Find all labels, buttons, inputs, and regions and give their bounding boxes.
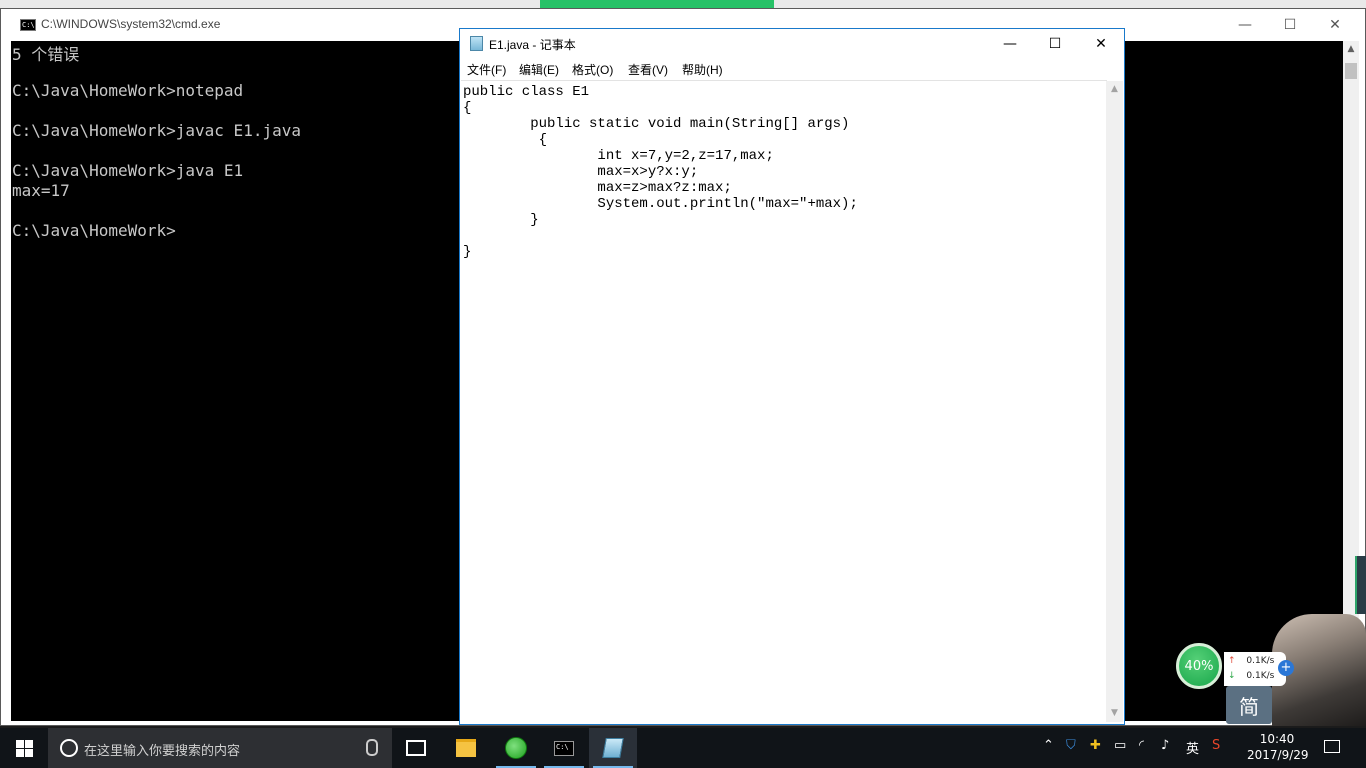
arrow-up-icon: ↑: [1228, 656, 1236, 666]
network-speed-panel: ↑ 0.1K/s ↓ 0.1K/s: [1224, 652, 1286, 686]
speed-ball[interactable]: 40%: [1176, 643, 1222, 689]
taskbar: 在这里输入你要搜索的内容 C:\ ⌃ ⛉ ✚ ▭ ◜ ♪ 英 S 10:40 2…: [0, 728, 1366, 768]
search-placeholder: 在这里输入你要搜索的内容: [84, 744, 241, 759]
wifi-icon[interactable]: ◜: [1139, 738, 1144, 753]
code-line: }: [463, 244, 472, 260]
notepad-title-bar[interactable]: E1.java - 记事本 — ☐ ✕: [460, 29, 1124, 59]
cmd-close-button[interactable]: ✕: [1312, 9, 1358, 41]
cmd-line: C:\Java\HomeWork>notepad: [12, 81, 244, 100]
code-line: System.out.println("max="+max);: [463, 196, 858, 212]
code-line: int x=7,y=2,z=17,max;: [463, 148, 774, 164]
cmd-maximize-button[interactable]: ☐: [1267, 9, 1313, 41]
cmd-line: C:\Java\HomeWork>: [12, 221, 176, 240]
cmd-line: max=17: [12, 181, 70, 200]
taskbar-browser[interactable]: [492, 728, 540, 768]
cmd-line: C:\Java\HomeWork>java E1: [12, 161, 244, 180]
taskbar-notepad[interactable]: [589, 728, 637, 768]
menu-file[interactable]: 文件(F): [467, 61, 506, 78]
taskbar-explorer[interactable]: [442, 728, 490, 768]
security-shield-icon[interactable]: ⛉: [1066, 738, 1076, 753]
upload-speed: 0.1K/s: [1246, 656, 1275, 666]
cmd-app-icon: C:\: [20, 19, 36, 31]
notepad-menu-bar: 文件(F) 编辑(E) 格式(O) 查看(V) 帮助(H): [460, 59, 1124, 79]
scroll-down-icon[interactable]: ▼: [1106, 705, 1123, 722]
start-button[interactable]: [0, 728, 48, 768]
taskbar-clock[interactable]: 10:40 2017/9/29: [1247, 731, 1309, 763]
tray-expand-icon[interactable]: ⌃: [1043, 738, 1054, 753]
notepad-app-icon: [470, 36, 483, 51]
cmd-window-title: C:\WINDOWS\system32\cmd.exe: [41, 17, 221, 31]
clock-date: 2017/9/29: [1247, 748, 1309, 762]
task-view-button[interactable]: [392, 728, 440, 768]
code-line: {: [463, 132, 548, 148]
code-line: max=x>y?x:y;: [463, 164, 699, 180]
code-line: {: [463, 100, 472, 116]
notepad-scrollbar[interactable]: ▲ ▼: [1106, 81, 1123, 722]
notepad-minimize-button[interactable]: —: [987, 29, 1033, 59]
code-line: public static void main(String[] args): [463, 116, 850, 132]
arrow-down-icon: ↓: [1228, 671, 1236, 681]
plus-icon[interactable]: +: [1278, 660, 1294, 676]
clock-time: 10:40: [1259, 732, 1295, 746]
menu-view[interactable]: 查看(V): [628, 61, 668, 78]
cmd-minimize-button[interactable]: —: [1222, 9, 1268, 41]
code-line: public class E1: [463, 84, 590, 100]
taskbar-search[interactable]: 在这里输入你要搜索的内容: [48, 728, 392, 768]
cortana-icon: [60, 739, 78, 757]
download-row: ↓ 0.1K/s: [1228, 671, 1274, 681]
battery-icon[interactable]: ▭: [1114, 738, 1126, 753]
code-line: max=z>max?z:max;: [463, 180, 732, 196]
ime-mode-button[interactable]: 简: [1226, 686, 1272, 724]
notepad-maximize-button[interactable]: ☐: [1032, 29, 1078, 59]
windows-logo-icon: [15, 739, 33, 757]
menu-help[interactable]: 帮助(H): [682, 61, 723, 78]
upload-row: ↑ 0.1K/s: [1228, 656, 1274, 666]
sogou-icon[interactable]: S: [1212, 738, 1220, 753]
menu-edit[interactable]: 编辑(E): [519, 61, 559, 78]
notification-icon[interactable]: [1324, 740, 1340, 753]
cmd-line: C:\Java\HomeWork>javac E1.java: [12, 121, 301, 140]
notepad-text-area[interactable]: public class E1 { public static void mai…: [461, 80, 1107, 724]
ime-language[interactable]: 英: [1186, 738, 1199, 757]
cmd-line: 5 个错误: [12, 45, 80, 64]
task-view-icon: [406, 740, 426, 756]
side-widget-strip: [1355, 556, 1366, 614]
notepad-window[interactable]: E1.java - 记事本 — ☐ ✕ 文件(F) 编辑(E) 格式(O) 查看…: [459, 28, 1125, 725]
menu-format[interactable]: 格式(O): [572, 61, 613, 78]
browser-icon: [505, 737, 527, 759]
notepad-close-button[interactable]: ✕: [1078, 29, 1124, 59]
folder-icon: [456, 739, 476, 757]
scroll-up-icon[interactable]: ▲: [1106, 81, 1123, 98]
cmd-icon: C:\: [554, 740, 574, 756]
taskbar-cmd[interactable]: C:\: [540, 728, 588, 768]
scroll-up-icon[interactable]: ▲: [1343, 41, 1359, 57]
volume-icon[interactable]: ♪: [1161, 738, 1169, 753]
code-line: }: [463, 212, 539, 228]
cmd-scroll-thumb[interactable]: [1345, 63, 1357, 79]
plus-tray-icon[interactable]: ✚: [1090, 738, 1101, 753]
download-speed: 0.1K/s: [1246, 671, 1275, 681]
notepad-icon: [602, 738, 624, 758]
microphone-icon[interactable]: [366, 739, 378, 756]
notepad-window-title: E1.java - 记事本: [489, 38, 576, 52]
